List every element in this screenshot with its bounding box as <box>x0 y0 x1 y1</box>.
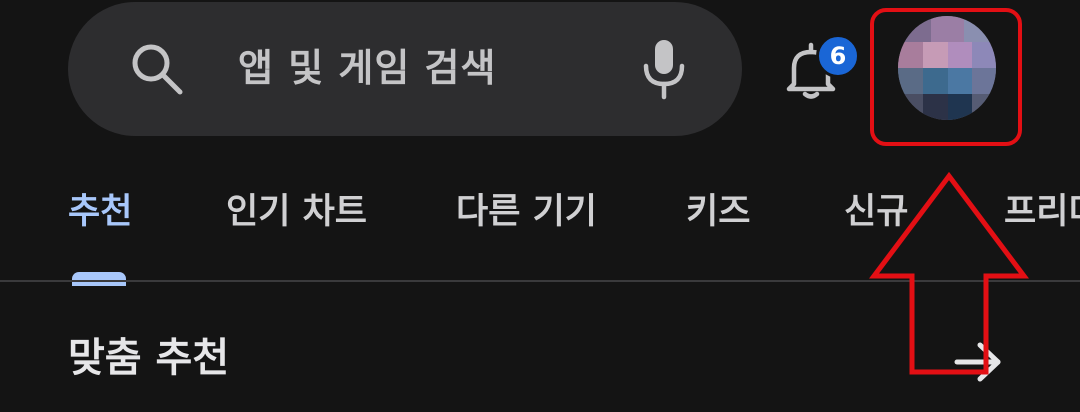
avatar-highlight-box <box>870 8 1022 146</box>
tab-recommended[interactable]: 추천 <box>68 188 132 236</box>
play-store-home: 앱 및 게임 검색 6 추천 인기 차트 다른 기기 키즈 신규 프리미 <box>0 0 1080 412</box>
search-input[interactable]: 앱 및 게임 검색 <box>238 42 496 94</box>
active-tab-indicator <box>72 272 126 286</box>
tab-kids[interactable]: 키즈 <box>686 188 750 236</box>
search-icon[interactable] <box>128 40 186 98</box>
mic-icon[interactable] <box>640 38 688 100</box>
tab-top-charts[interactable]: 인기 차트 <box>226 188 367 236</box>
notification-badge: 6 <box>816 34 860 78</box>
annotation-up-arrow-icon <box>869 171 1029 375</box>
section-title: 맞춤 추천 <box>68 335 230 381</box>
tab-other-devices[interactable]: 다른 기기 <box>456 188 597 236</box>
